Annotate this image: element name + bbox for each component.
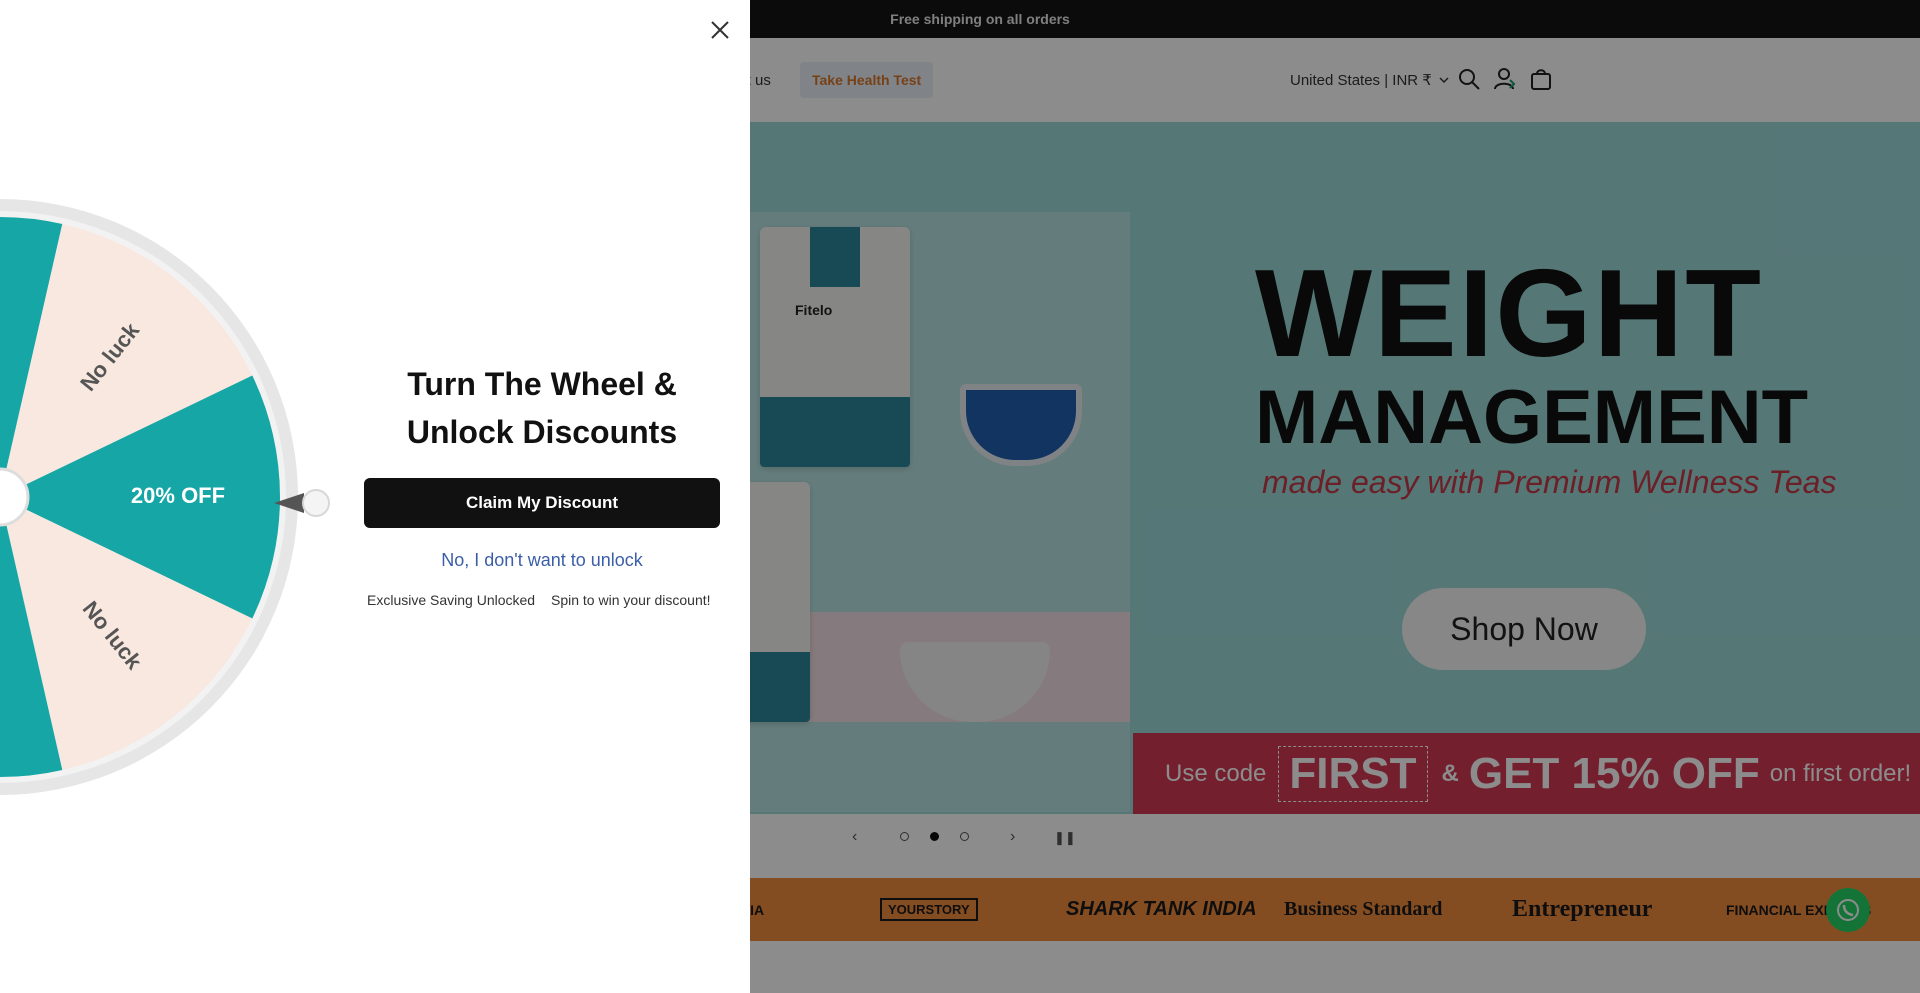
note-exclusive-saving: Exclusive Saving Unlocked bbox=[367, 592, 536, 608]
decline-link[interactable]: No, I don't want to unlock bbox=[364, 550, 720, 571]
popup-title: Turn The Wheel & Unlock Discounts bbox=[406, 366, 678, 450]
wheel-graphic: 25% OFFNo luck20% OFFNo luck15% OFF10% O… bbox=[0, 199, 298, 795]
wheel-pointer-icon bbox=[274, 489, 330, 517]
wheel-segment-label: 20% OFF bbox=[131, 483, 225, 508]
discount-wheel[interactable]: 25% OFFNo luck20% OFFNo luck15% OFF10% O… bbox=[0, 197, 300, 797]
spin-wheel-popup: 25% OFFNo luck20% OFFNo luck15% OFF10% O… bbox=[0, 0, 750, 993]
claim-discount-button[interactable]: Claim My Discount bbox=[364, 478, 720, 528]
note-spin-to-win: Spin to win your discount! bbox=[551, 592, 711, 608]
close-icon[interactable] bbox=[706, 16, 734, 44]
